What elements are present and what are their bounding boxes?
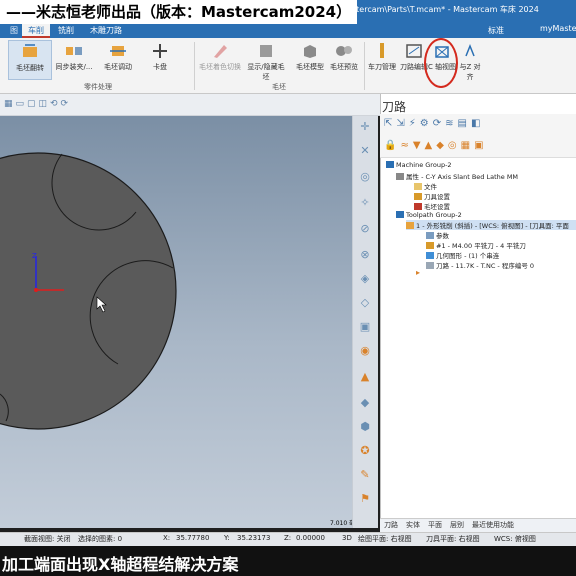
stock-move-icon	[110, 46, 126, 56]
tool-plane-status[interactable]: 刀具平面: 右视图	[426, 534, 480, 544]
tree-item[interactable]: 文件	[414, 181, 437, 191]
watermark-banner: ——米志恒老师出品（版本：Mastercam2024）	[0, 0, 358, 24]
side-tool-icon[interactable]: ✧	[356, 196, 374, 210]
tab-wood-toolpath[interactable]: 木雕刀路	[84, 24, 128, 38]
show-hide-stock-icon	[260, 45, 272, 57]
tool-settings-icon	[414, 193, 422, 200]
tree-item[interactable]: Toolpath Group-2	[396, 211, 462, 219]
stock-preview-icon	[336, 46, 352, 56]
z-coord-label: Z:	[284, 534, 292, 542]
stock-model-icon	[304, 45, 316, 58]
tab-solids[interactable]: 实体	[406, 520, 420, 530]
origin-marker	[34, 288, 38, 292]
stock-preview-button[interactable]: 毛坯预览	[322, 40, 366, 80]
subtitle-caption: 加工端面出现X轴超程结解决方案	[2, 555, 239, 574]
side-tool-icon[interactable]: ✎	[356, 468, 374, 482]
tree-item[interactable]: 属性 - C-Y Axis Slant Bed Lathe MM	[396, 171, 518, 181]
part-disc	[0, 152, 177, 430]
tool-manager-icon	[380, 43, 384, 58]
geometry-icon	[426, 252, 434, 259]
parameters-icon	[426, 232, 434, 239]
y-coordinate: 35.23173	[237, 534, 271, 542]
align-z-icon	[465, 43, 475, 57]
tree-item[interactable]: 几何图形 - (1) 个串连	[426, 250, 499, 260]
side-tool-icon[interactable]: ✛	[356, 120, 374, 134]
folder-icon	[414, 183, 422, 190]
quick-toolbar-icons[interactable]: ▦▭▢◫⟲⟳	[4, 99, 124, 111]
window-title: stercam\Parts\T.mcam* - Mastercam 车床 202…	[352, 5, 539, 14]
tree-item[interactable]: 刀具设置	[414, 191, 450, 201]
panel-toolbar-icons-row1[interactable]: ⇱⇲⚡⚙⟳≋▤◧	[384, 118, 484, 129]
z-axis-label: Z	[32, 252, 37, 260]
side-tool-icon[interactable]: ◎	[356, 170, 374, 184]
side-tool-icon[interactable]: ✕	[356, 144, 374, 158]
sync-chuck-button[interactable]: 同步装夹/...	[52, 40, 96, 80]
tree-item[interactable]: #1 - M4.00 平铣刀 - 4 平铣刀	[426, 240, 526, 250]
side-tool-icon[interactable]: ⊗	[356, 248, 374, 262]
tree-item[interactable]: 刀路 - 11.7K - T.NC - 程序编号 0	[426, 260, 534, 270]
group-separator	[194, 42, 195, 90]
user-account[interactable]: myMaste	[540, 24, 576, 33]
stock-move-button[interactable]: 毛坯调动	[96, 40, 140, 80]
side-tool-icon[interactable]: ◆	[356, 396, 374, 410]
side-tool-icon[interactable]: ◈	[356, 272, 374, 286]
view-mode-3d[interactable]: 3D	[342, 534, 352, 542]
tab-mill[interactable]: 铣削	[52, 24, 80, 38]
chuck-icon	[153, 44, 167, 58]
stock-flip-icon	[23, 44, 37, 57]
tree-item[interactable]: Machine Group-2	[386, 161, 452, 169]
side-tool-icon[interactable]: ◉	[356, 344, 374, 358]
tab-recent-functions[interactable]: 最近使用功能	[472, 520, 514, 530]
panel-title: 刀路	[382, 100, 407, 114]
section-view-status[interactable]: 截面视图: 关闭	[24, 534, 71, 544]
chuck-button[interactable]: 卡盘	[138, 40, 182, 80]
toolpath-manager-panel	[380, 94, 576, 528]
group-label-part-handling: 零件处理	[84, 83, 112, 91]
z-coordinate[interactable]: 0.00000	[296, 534, 325, 542]
toolpath-edit-icon	[406, 44, 422, 58]
side-tool-icon[interactable]: ⊘	[356, 222, 374, 236]
tab-planes[interactable]: 平面	[428, 520, 442, 530]
show-hide-stock-button[interactable]: 显示/隐藏毛坯	[244, 40, 288, 81]
properties-icon	[396, 173, 404, 180]
align-z-button[interactable]: 与Z 对齐	[456, 40, 484, 81]
x-coordinate: 35.77780	[176, 534, 210, 542]
toolpath-group-icon	[396, 211, 404, 218]
side-tool-icon[interactable]: ◇	[356, 296, 374, 310]
side-tool-icon[interactable]: ▣	[356, 320, 374, 334]
tool-manager-button[interactable]: 车刀管理	[364, 40, 400, 80]
machine-group-icon	[386, 161, 394, 168]
side-tool-icon[interactable]: ⬢	[356, 420, 374, 434]
y-coord-label: Y:	[224, 534, 230, 542]
tree-item-selected[interactable]: 1 - 外形铣削 (斜插) - [WCS: 俯视图] - [刀具面: 平面	[406, 220, 576, 230]
group-label-stock: 毛坯	[272, 83, 286, 91]
highlight-circle	[424, 38, 458, 88]
operation-icon	[406, 222, 414, 229]
tab-levels[interactable]: 层别	[450, 520, 464, 530]
tab-toolpaths[interactable]: 刀路	[384, 520, 398, 530]
side-tool-icon[interactable]: ▲	[356, 370, 374, 384]
tab-standard[interactable]: 标准	[482, 24, 510, 38]
stock-flip-button[interactable]: 毛坯翻转	[8, 40, 52, 80]
toolpath-icon	[426, 262, 434, 269]
insert-arrow-icon: ▸	[416, 268, 421, 277]
wcs-status[interactable]: WCS: 俯视图	[494, 534, 536, 544]
graphics-viewport[interactable]: Z	[0, 116, 352, 528]
tab-lathe[interactable]: 车削	[22, 24, 50, 38]
stock-settings-icon	[414, 203, 422, 210]
tool-icon	[426, 242, 434, 249]
sync-chuck-icon	[66, 47, 82, 55]
selected-entities-status: 选择的图素: 0	[78, 535, 123, 543]
draw-plane-status[interactable]: 绘图平面: 右视图	[358, 534, 412, 544]
tree-item[interactable]: 参数	[426, 230, 449, 240]
tree-item[interactable]: 毛坯设置	[414, 201, 450, 211]
x-coord-label: X:	[163, 534, 171, 542]
stock-shade-toggle-button[interactable]: 毛坯着色切换	[198, 40, 242, 80]
tab-view[interactable]: 图	[4, 24, 24, 38]
panel-toolbar-icons-row2[interactable]: 🔒≈▼▲◆◎▦▣	[384, 140, 488, 151]
side-tool-icon[interactable]: ✪	[356, 444, 374, 458]
side-tool-icon[interactable]: ⚑	[356, 492, 374, 506]
stock-shade-icon	[214, 45, 227, 58]
